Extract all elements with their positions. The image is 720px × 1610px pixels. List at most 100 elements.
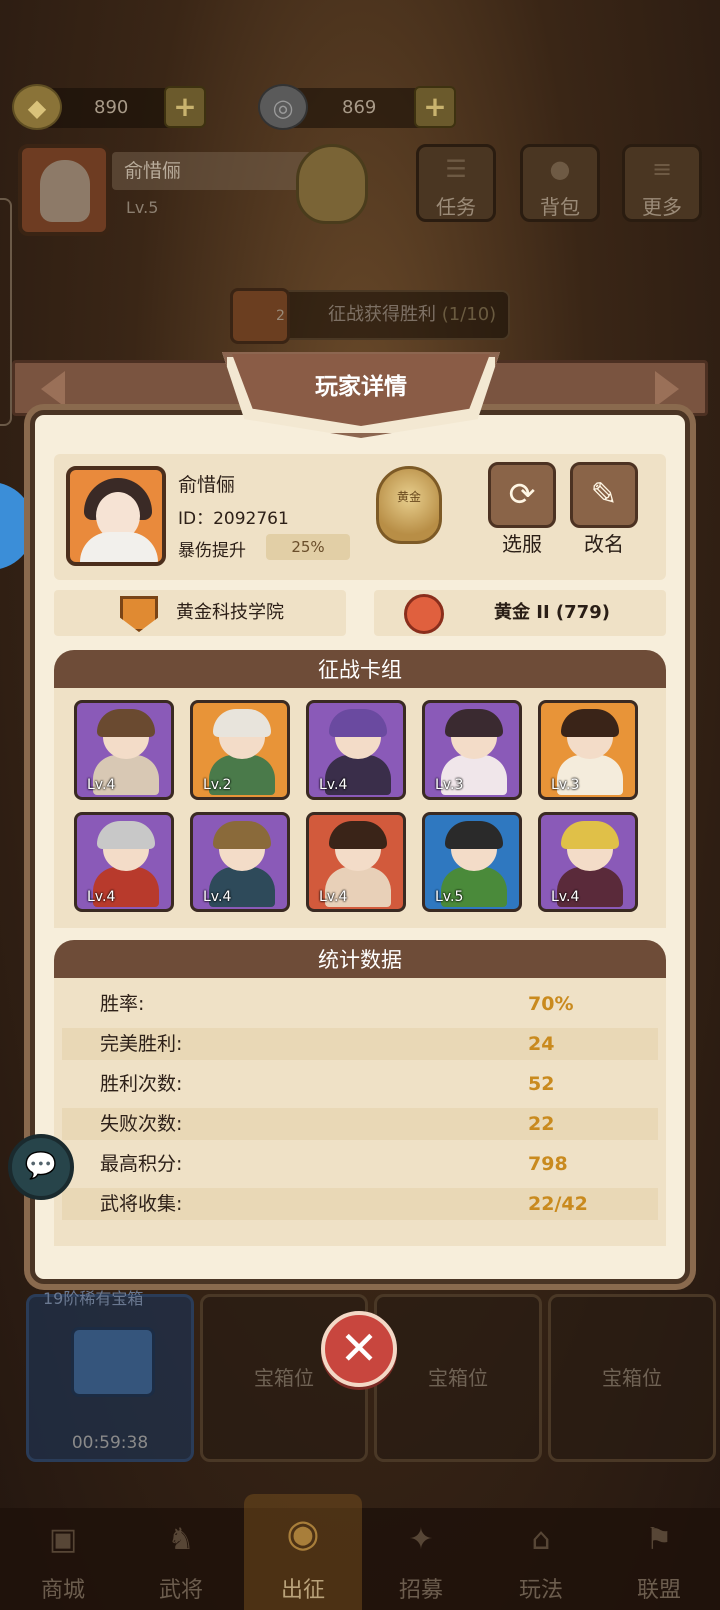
stat-value: 70% <box>528 993 574 1015</box>
hero-level: Lv.4 <box>203 889 232 905</box>
nav-generals[interactable]: ♞ 武将 <box>122 1508 240 1610</box>
hero-level: Lv.5 <box>435 889 464 905</box>
player-info-card: 俞惜俪 ID：2092761 暴伤提升 25% 黄金 ⟳ 选服 ✎ 改名 <box>54 454 666 580</box>
hero-level: Lv.4 <box>319 777 348 793</box>
nav-label: 商城 <box>40 1578 85 1603</box>
nav-label: 招募 <box>398 1578 443 1603</box>
gold-amount: 890 <box>94 97 129 118</box>
tier-value: 黄金 II (779) <box>494 602 610 623</box>
stat-value: 798 <box>528 1153 568 1175</box>
general-icon: ♞ <box>167 1522 195 1557</box>
chest-timer: 00:59:38 <box>71 1433 149 1453</box>
shop-icon: ▣ <box>48 1522 78 1557</box>
bottom-nav: ▣ 商城 ♞ 武将 ◉ 出征 ✦ 招募 ⌂ 玩法 ⚑ 联盟 <box>0 1494 720 1610</box>
chest-title: 19阶稀有宝箱 <box>43 1289 144 1308</box>
hero-card[interactable]: Lv.5 <box>422 812 522 912</box>
chat-button[interactable]: 💬 <box>8 1134 74 1200</box>
crit-bonus-value: 25% <box>266 534 350 560</box>
stat-label: 武将收集: <box>100 1193 183 1215</box>
player-id: ID：2092761 <box>178 509 289 529</box>
nav-alliance[interactable]: ⚑ 联盟 <box>600 1508 718 1610</box>
player-name: 俞惜俪 <box>112 152 312 190</box>
rank-emblem-icon <box>296 144 368 224</box>
stat-row: 完美胜利: 24 <box>62 1028 658 1060</box>
chest-slot-empty[interactable]: 宝箱位 <box>548 1294 716 1462</box>
menu-icon: ≡ <box>651 155 673 183</box>
task-button[interactable]: ☰ 任务 <box>416 144 496 222</box>
nav-battle[interactable]: ◉ 出征 <box>244 1494 362 1610</box>
quest-count: 2 <box>276 308 285 324</box>
hero-card[interactable]: Lv.4 <box>306 700 406 800</box>
hero-level: Lv.3 <box>435 777 464 793</box>
bag-icon: ● <box>549 155 571 183</box>
quest-tracker[interactable]: 2 征战获得胜利 (1/10) <box>230 288 510 344</box>
hero-level: Lv.4 <box>551 889 580 905</box>
stat-value: 52 <box>528 1073 555 1095</box>
nav-label: 出征 <box>280 1578 325 1603</box>
hero-card[interactable]: Lv.3 <box>422 700 522 800</box>
hero-card[interactable]: Lv.4 <box>190 812 290 912</box>
deck-section-title: 征战卡组 <box>54 650 666 690</box>
tier-pouch-icon <box>404 594 444 634</box>
hero-card[interactable]: Lv.4 <box>74 700 174 800</box>
hero-card[interactable]: Lv.4 <box>74 812 174 912</box>
stat-value: 24 <box>528 1033 555 1055</box>
quest-progress: (1/10) <box>441 304 497 325</box>
crit-bonus-label: 暴伤提升 <box>178 541 246 561</box>
nav-modes[interactable]: ⌂ 玩法 <box>482 1508 600 1610</box>
bag-button[interactable]: ● 背包 <box>520 144 600 222</box>
stat-label: 胜利次数: <box>100 1073 183 1095</box>
hero-hair <box>213 709 271 737</box>
player-portrait[interactable] <box>66 466 166 566</box>
flag-icon: ⚑ <box>645 1522 673 1557</box>
nav-recruit[interactable]: ✦ 招募 <box>362 1508 480 1610</box>
hero-card[interactable]: Lv.3 <box>538 700 638 800</box>
gold-rank-badge-icon: 黄金 <box>376 466 442 544</box>
tier-info: 黄金 II (779) <box>374 590 666 636</box>
stat-label: 胜率: <box>100 993 145 1015</box>
stat-label: 最高积分: <box>100 1153 183 1175</box>
hero-level: Lv.3 <box>551 777 580 793</box>
player-avatar[interactable] <box>18 144 110 236</box>
more-button[interactable]: ≡ 更多 <box>622 144 702 222</box>
stats-section-title: 统计数据 <box>54 940 666 980</box>
hero-card[interactable]: Lv.4 <box>538 812 638 912</box>
guild-name: 黄金科技学院 <box>176 602 284 623</box>
close-button[interactable]: ✕ <box>321 1311 397 1387</box>
hero-level: Lv.4 <box>87 889 116 905</box>
nav-shop[interactable]: ▣ 商城 <box>4 1508 122 1610</box>
hero-hair <box>329 709 387 737</box>
gold-resource: ◆ 890 + <box>12 84 206 130</box>
chest-slot-rare[interactable]: 19阶稀有宝箱 00:59:38 <box>26 1289 194 1462</box>
stat-row: 最高积分: 798 <box>62 1148 658 1180</box>
player-level: Lv.5 <box>126 198 159 217</box>
stat-row: 武将收集: 22/42 <box>62 1188 658 1220</box>
rename-button[interactable]: ✎ <box>570 462 638 528</box>
pavilion-icon: ⌂ <box>531 1522 551 1557</box>
quest-label: 征战获得胜利 <box>328 304 436 325</box>
stat-label: 完美胜利: <box>100 1033 183 1055</box>
scroll-icon: ☰ <box>445 155 467 183</box>
hero-hair <box>329 821 387 849</box>
hero-card[interactable]: Lv.2 <box>190 700 290 800</box>
hero-level: Lv.4 <box>87 777 116 793</box>
chest-slot-empty[interactable]: 宝箱位 <box>374 1294 542 1462</box>
stat-label: 失败次数: <box>100 1113 183 1135</box>
nav-label: 联盟 <box>636 1578 681 1603</box>
hero-hair <box>445 821 503 849</box>
stat-row: 胜率: 70% <box>62 988 658 1020</box>
stat-row: 失败次数: 22 <box>62 1108 658 1140</box>
chest-icon <box>71 1327 155 1397</box>
guild-info[interactable]: 黄金科技学院 <box>54 590 346 636</box>
coin-icon: ◎ <box>258 84 308 130</box>
hero-card[interactable]: Lv.4 <box>306 812 406 912</box>
task-label: 任务 <box>436 195 476 219</box>
add-gold-button[interactable]: + <box>164 86 206 128</box>
select-server-button[interactable]: ⟳ <box>488 462 556 528</box>
add-coin-button[interactable]: + <box>414 86 456 128</box>
hero-hair <box>97 821 155 849</box>
hero-hair <box>213 821 271 849</box>
nav-label: 武将 <box>158 1578 203 1603</box>
hero-level: Lv.4 <box>319 889 348 905</box>
stat-value: 22/42 <box>528 1193 588 1215</box>
